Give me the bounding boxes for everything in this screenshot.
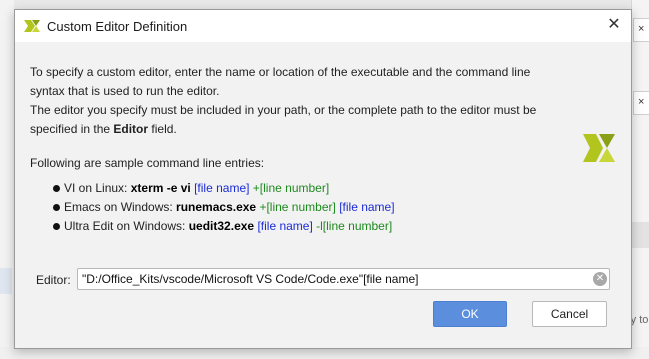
sample-line-token: -l[line number] <box>316 219 393 233</box>
cancel-button[interactable]: Cancel <box>532 301 607 327</box>
close-button[interactable]: ✕ <box>603 14 625 36</box>
sample-file-token: [file name] <box>257 219 313 233</box>
sample-command: uedit32.exe <box>188 219 255 233</box>
sample-command: runemacs.exe <box>176 200 257 214</box>
clear-field-icon[interactable]: ✕ <box>593 272 607 286</box>
sample-file-token: [file name] <box>194 181 250 195</box>
path-line-1: The editor you specify must be included … <box>30 103 537 117</box>
vivado-logo-icon <box>583 134 615 162</box>
sample-line-token: +[line number] <box>259 200 336 214</box>
intro-text: To specify a custom editor, enter the na… <box>30 63 570 139</box>
path-line-2-prefix: specified in the <box>30 122 114 136</box>
background-left-panel <box>0 0 14 359</box>
vivado-logo-icon <box>24 20 40 32</box>
samples-list: VI on Linux: xterm -e vi [file name] +[l… <box>30 179 570 236</box>
sample-file-token: [file name] <box>339 200 395 214</box>
path-line-2-suffix: field. <box>148 122 177 136</box>
close-icon: ✕ <box>607 16 621 33</box>
sample-prefix: Emacs on Windows: <box>64 200 177 214</box>
background-tab-close[interactable]: × <box>633 91 649 115</box>
dialog-title: Custom Editor Definition <box>47 19 188 34</box>
editor-field[interactable] <box>77 268 610 290</box>
sample-command: xterm -e vi <box>130 181 191 195</box>
ok-button[interactable]: OK <box>433 301 507 327</box>
editor-field-ref: Editor <box>113 122 149 136</box>
intro-line-2: syntax that is used to run the editor. <box>30 84 220 98</box>
sample-line-token: +[line number] <box>252 181 330 195</box>
intro-line-1: To specify a custom editor, enter the na… <box>30 65 531 79</box>
bullet-icon <box>53 223 60 230</box>
custom-editor-dialog: Custom Editor Definition ✕ To specify a … <box>14 9 632 349</box>
list-item: Emacs on Windows: runemacs.exe +[line nu… <box>30 198 570 217</box>
background-selected-row <box>0 268 12 294</box>
dialog-description: To specify a custom editor, enter the na… <box>30 63 570 236</box>
samples-heading: Following are sample command line entrie… <box>30 156 265 170</box>
sample-prefix: Ultra Edit on Windows: <box>64 219 189 233</box>
background-right-panel <box>631 0 649 359</box>
dialog-titlebar[interactable]: Custom Editor Definition ✕ <box>15 10 631 42</box>
sample-prefix: VI on Linux: <box>64 181 131 195</box>
list-item: Ultra Edit on Windows: uedit32.exe [file… <box>30 217 570 236</box>
bullet-icon <box>53 204 60 211</box>
list-item: VI on Linux: xterm -e vi [file name] +[l… <box>30 179 570 198</box>
editor-label: Editor: <box>36 273 71 287</box>
bullet-icon <box>53 185 60 192</box>
background-tab-close[interactable]: × <box>633 18 649 42</box>
background-panel-block <box>632 222 649 248</box>
